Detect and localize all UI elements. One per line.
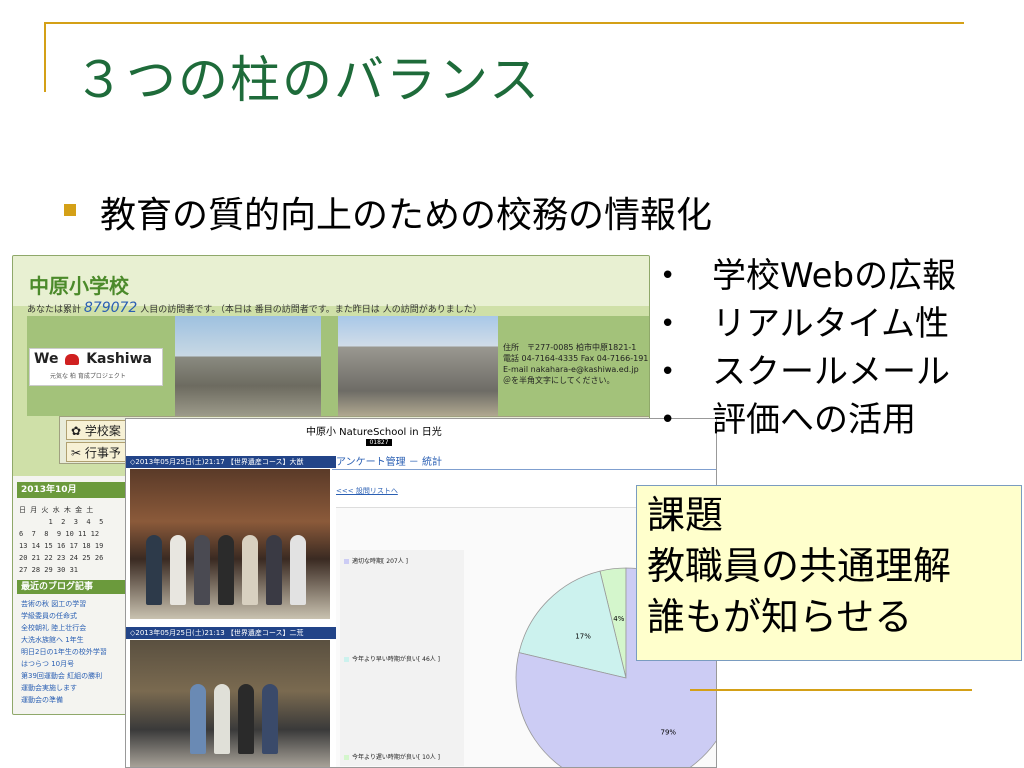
- address-line: ＠を半角文字にしてください。: [503, 376, 615, 385]
- bullet-dot-icon: •: [660, 261, 676, 291]
- blog-item[interactable]: はつらつ 10月号: [21, 658, 107, 670]
- issues-callout: 課題 教職員の共通理解 誰もが知らせる: [636, 485, 1022, 661]
- legend-swatch-2: [344, 755, 349, 760]
- person-figure: [190, 684, 206, 754]
- back-to-questions-link[interactable]: <<< 設問リストへ: [336, 486, 398, 496]
- bullet-square-icon: [64, 204, 76, 216]
- blog-item[interactable]: 芸術の秋 図工の学習: [21, 598, 107, 610]
- calendar-title: 2013年10月: [17, 482, 127, 498]
- bottom-rule: [690, 689, 972, 691]
- blog-item[interactable]: 運動会の準備: [21, 694, 107, 706]
- heart-icon: [65, 353, 80, 365]
- main-bullet: 教育の質的向上のための校務の情報化: [100, 195, 713, 236]
- nature-school-screenshot: 中原小 NatureSchool in 日光 01827 ◇2013年05月25…: [125, 418, 717, 768]
- post-header-2[interactable]: ◇2013年05月25日(土)21:13 【世界遺産コース】二荒: [126, 627, 336, 639]
- blog-item[interactable]: 学級委員の任命式: [21, 610, 107, 622]
- blog-item[interactable]: 運動会実施します: [21, 682, 107, 694]
- person-figure: [146, 535, 162, 605]
- group-photo-2: [130, 640, 330, 767]
- survey-title: アンケート管理 － 統計: [332, 456, 716, 470]
- slide-title: ３つの柱のバランス: [74, 51, 541, 109]
- chart-legend: 適切な時期[ 207人 ] 今年より早い時期が良い[ 46人 ] 今年より遅い時…: [340, 550, 464, 766]
- sub-bullet-list: • 学校Webの広報 • リアルタイム性 • スクールメール • 評価への活用: [660, 252, 956, 444]
- school-address: 住所 〒277-0085 柏市中原1821-1 電話 04-7164-4335 …: [503, 342, 650, 386]
- person-figure: [218, 535, 234, 605]
- pie-label-1: 17%: [575, 632, 591, 640]
- pie-label-0: 79%: [661, 729, 677, 737]
- visitor-counter: あなたは累計 879072 人目の訪問者です。（本日は 番目の訪問者です。また昨…: [27, 300, 482, 316]
- sub-bullet: • リアルタイム性: [660, 300, 956, 348]
- person-figure: [194, 535, 210, 605]
- sub-bullet: • 評価への活用: [660, 396, 956, 444]
- bullet-dot-icon: •: [660, 309, 676, 339]
- blog-item[interactable]: 第39回運動会 紅組の勝利: [21, 670, 107, 682]
- bullet-dot-icon: •: [660, 405, 676, 435]
- nature-school-counter: 01827: [366, 439, 392, 446]
- person-figure: [170, 535, 186, 605]
- counter-value: 879072: [83, 300, 138, 316]
- callout-heading: 課題: [647, 493, 724, 537]
- address-line: 電話 04-7164-4335 Fax 04-7166-1912: [503, 354, 650, 363]
- callout-line: 教職員の共通理解: [647, 544, 952, 588]
- pie-label-2: 4%: [613, 615, 624, 623]
- person-figure: [214, 684, 230, 754]
- blog-list: 芸術の秋 図工の学習 学級委員の任命式 全校朝礼 陸上壮行会 大洗水族館へ 1年…: [21, 598, 107, 706]
- counter-rest: 番目の訪問者です。また昨日は: [254, 305, 380, 315]
- title-side-rule: [44, 22, 46, 92]
- logo-left: We: [34, 351, 59, 367]
- school-building-photo: [175, 316, 321, 416]
- legend-entry: 適切な時期[ 207人 ]: [344, 556, 408, 565]
- bullet-dot-icon: •: [660, 357, 676, 387]
- logo-right: Kashiwa: [86, 351, 152, 367]
- legend-swatch-0: [344, 559, 349, 564]
- logo-text: We Kashiwa: [34, 351, 152, 367]
- legend-entry: 今年より早い時期が良い[ 46人 ]: [344, 654, 440, 663]
- address-line[interactable]: E-mail nakahara-e@kashiwa.ed.jp: [503, 364, 649, 375]
- person-figure: [262, 684, 278, 754]
- post-header-1[interactable]: ◇2013年05月25日(土)21:17 【世界遺産コース】大猷: [126, 456, 336, 468]
- nature-school-title: 中原小 NatureSchool in 日光: [306, 427, 442, 438]
- counter-end: 人の訪問がありました）: [382, 305, 482, 315]
- blog-item[interactable]: 全校朝礼 陸上壮行会: [21, 622, 107, 634]
- person-figure: [266, 535, 282, 605]
- title-rule: [44, 22, 964, 24]
- legend-entry: 今年より遅い時期が良い[ 10人 ]: [344, 752, 440, 761]
- blog-title: 最近のブログ記事: [17, 580, 127, 594]
- site-title: 中原小学校: [29, 274, 129, 298]
- blog-item[interactable]: 大洗水族館へ 1年生: [21, 634, 107, 646]
- legend-swatch-1: [344, 657, 349, 662]
- counter-suffix: 人目の訪問者です。（本日は: [140, 305, 252, 315]
- sub-bullet: • 学校Webの広報: [660, 252, 956, 300]
- sidebar: 2013年10月 日 月 火 水 木 金 土 1 2 3 4 5 6 7 8 9…: [13, 476, 129, 714]
- counter-prefix: あなたは累計: [27, 305, 82, 315]
- calendar-grid[interactable]: 日 月 火 水 木 金 土 1 2 3 4 5 6 7 8 9 10 11 12…: [19, 504, 103, 576]
- sub-bullet: • スクールメール: [660, 348, 956, 396]
- group-photo-1: [130, 469, 330, 619]
- blog-item[interactable]: 明日2日の1年生の校外学習: [21, 646, 107, 658]
- we-love-kashiwa-logo[interactable]: We Kashiwa 元気な 柏 育成プロジェクト: [29, 348, 163, 386]
- callout-line: 誰もが知らせる: [647, 595, 913, 639]
- person-figure: [238, 684, 254, 754]
- logo-subtitle: 元気な 柏 育成プロジェクト: [50, 373, 126, 380]
- person-figure: [290, 535, 306, 605]
- address-line: 住所 〒277-0085 柏市中原1821-1: [503, 343, 637, 352]
- person-figure: [242, 535, 258, 605]
- school-building-photo-2: [338, 316, 498, 416]
